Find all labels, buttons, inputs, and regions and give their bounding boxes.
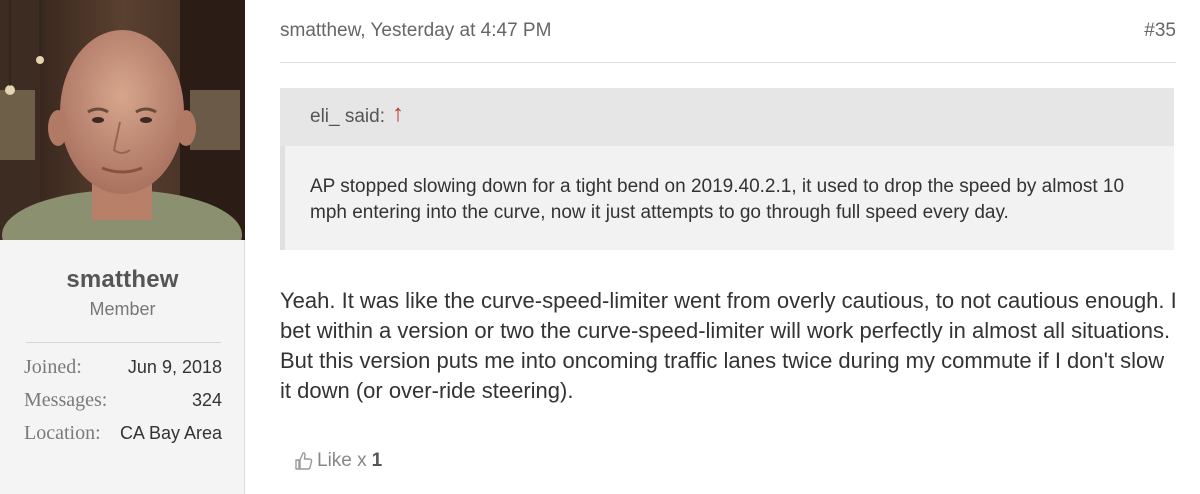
post-body: Yeah. It was like the curve-speed-limite… [280,288,1177,403]
info-row-messages: Messages: 324 [24,389,222,419]
user-sidebar: smatthew Member Joined: Jun 9, 2018 Mess… [0,0,245,494]
location-value: CA Bay Area [119,423,222,443]
info-row-joined: Joined: Jun 9, 2018 [24,356,222,386]
like-label: Like [317,450,352,471]
messages-value[interactable]: 324 [192,390,222,411]
post-meta[interactable]: smatthew, Yesterday at 4:47 PM [280,20,551,42]
quote-block: eli_ said: ↑ AP stopped slowing down for… [280,88,1174,250]
avatar-image [0,0,245,240]
joined-value: Jun 9, 2018 [127,357,222,377]
quote-header: eli_ said: ↑ [280,88,1174,146]
thumbs-up-icon [295,452,313,470]
like-button[interactable]: Like x 1 [294,450,382,472]
up-arrow-icon[interactable]: ↑ [392,100,404,128]
quote-text: AP stopped slowing down for a tight bend… [310,176,1125,223]
avatar[interactable] [0,0,245,240]
info-row-location: Location: CA Bay Area [24,422,222,452]
username[interactable]: smatthew [0,266,245,294]
joined-label: Joined: [24,356,82,378]
quote-bar [280,146,285,250]
like-x: x [357,450,367,471]
user-role: Member [89,299,156,319]
post-number[interactable]: #35 [1144,20,1176,42]
messages-label: Messages: [24,389,108,411]
location-label: Location: [24,422,101,444]
meta-divider [280,62,1176,63]
quote-author: eli_ said: [310,106,385,127]
sidebar-divider [26,342,221,343]
like-count: 1 [371,450,383,471]
post-main: smatthew, Yesterday at 4:47 PM #35 eli_ … [246,0,1200,494]
